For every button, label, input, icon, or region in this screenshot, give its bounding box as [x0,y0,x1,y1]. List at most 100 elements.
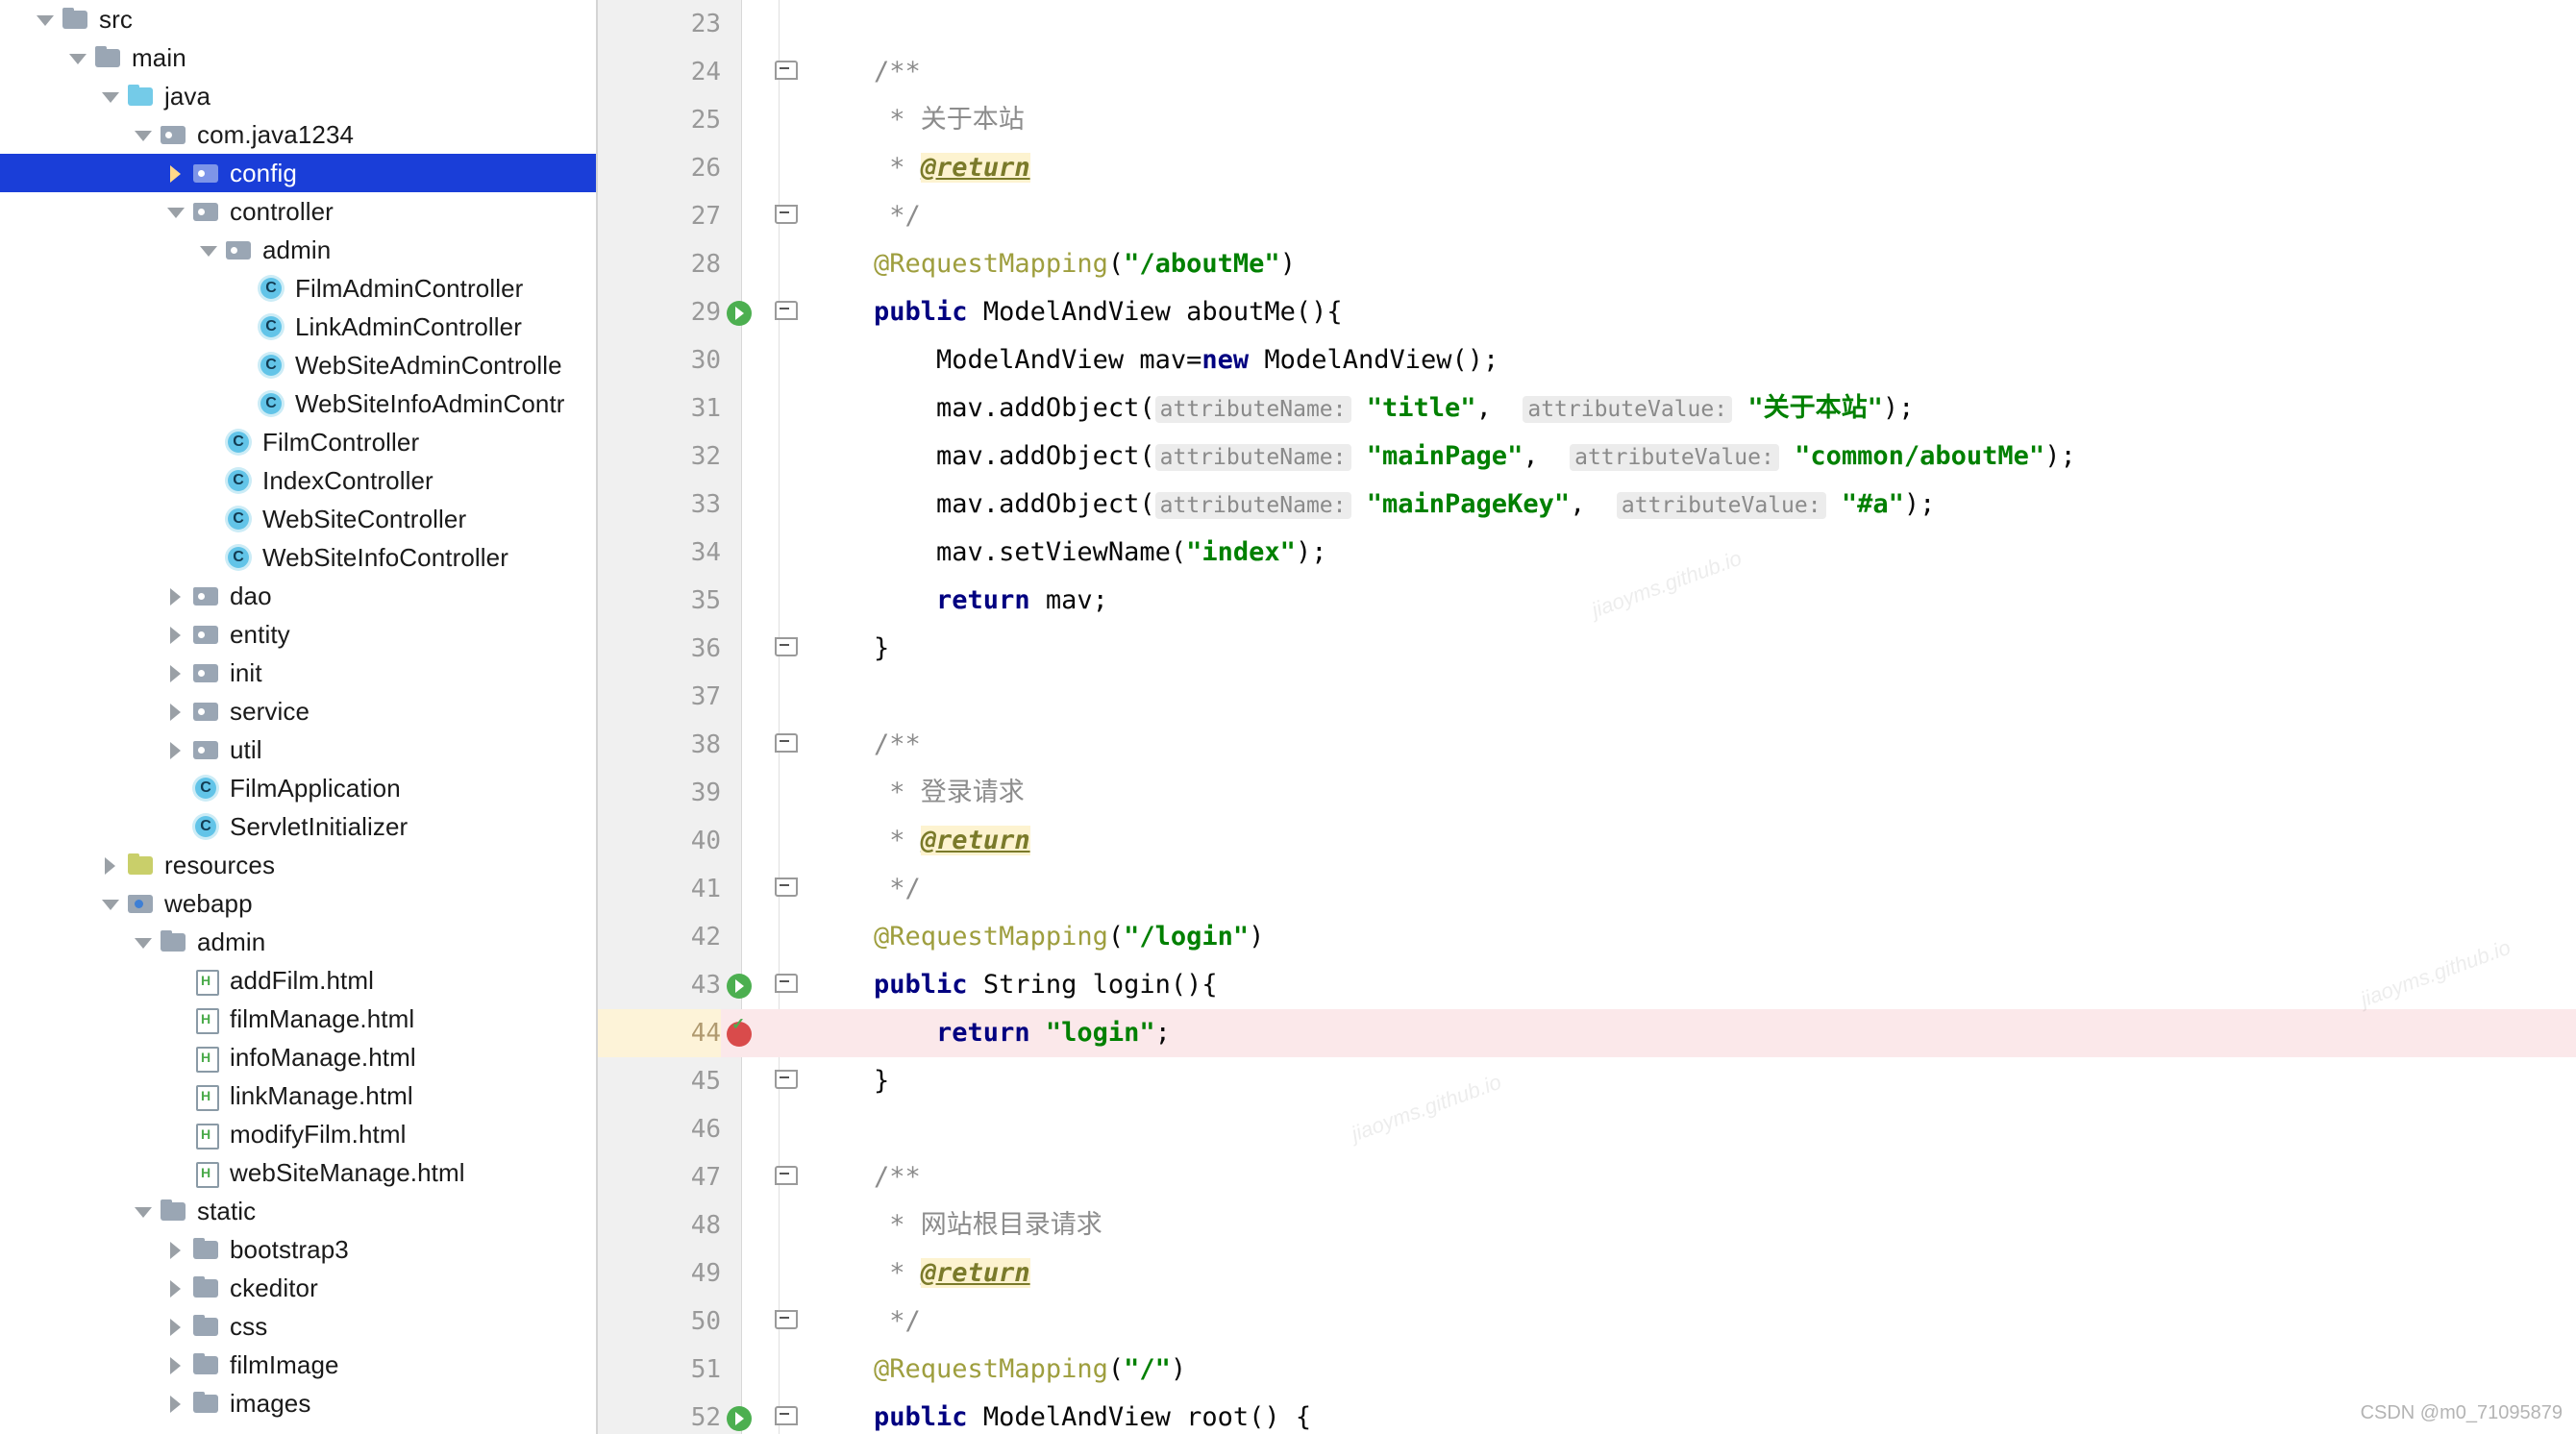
tree-item-infomanage-html[interactable]: infoManage.html [0,1038,596,1076]
breakpoint-icon[interactable] [727,1015,752,1047]
chevron-right-icon[interactable] [163,1352,188,1377]
tree-item-indexcontroller[interactable]: IndexController [0,461,596,500]
tree-item-entity[interactable]: entity [0,615,596,654]
chevron-right-icon[interactable] [163,583,188,608]
tree-item-websiteinfocontroller[interactable]: WebSiteInfoController [0,538,596,577]
code-text[interactable]: return mav; [811,577,1108,625]
tree-item-addfilm-html[interactable]: addFilm.html [0,961,596,1000]
tree-item-linkmanage-html[interactable]: linkManage.html [0,1076,596,1115]
code-text[interactable]: */ [811,192,921,240]
tree-item-service[interactable]: service [0,692,596,730]
line-number[interactable]: 29 [598,288,721,336]
chevron-right-icon[interactable] [163,161,188,185]
line-number[interactable]: 46 [598,1105,721,1153]
code-text[interactable]: public String login(){ [811,961,1218,1009]
line-number[interactable]: 41 [598,865,721,913]
tree-item-admin[interactable]: admin [0,231,596,269]
line-number[interactable]: 28 [598,240,721,288]
code-text[interactable]: } [811,625,889,673]
code-text[interactable]: @RequestMapping("/") [811,1346,1186,1394]
line-number[interactable]: 44 [598,1009,721,1057]
code-line[interactable]: 50 */ [598,1298,2576,1346]
tree-item-webapp[interactable]: webapp [0,884,596,923]
line-number[interactable]: 24 [598,48,721,96]
chevron-down-icon[interactable] [163,199,188,224]
tree-item-filmmanage-html[interactable]: filmManage.html [0,1000,596,1038]
code-line[interactable]: 37 [598,673,2576,721]
chevron-right-icon[interactable] [98,853,123,878]
code-text[interactable]: /** [811,721,921,769]
tree-item-static[interactable]: static [0,1192,596,1230]
code-text[interactable]: ModelAndView mav=new ModelAndView(); [811,336,1499,384]
line-number[interactable]: 36 [598,625,721,673]
code-text[interactable]: @RequestMapping("/aboutMe") [811,240,1296,288]
tree-item-servletinitializer[interactable]: ServletInitializer [0,807,596,846]
editor-pane[interactable]: 23 24 /** 25 * 关于本站 26 * @return 27 */28 @Re… [596,0,2576,1434]
tree-item-websitecontroller[interactable]: WebSiteController [0,500,596,538]
tree-item-admin[interactable]: admin [0,923,596,961]
line-number[interactable]: 38 [598,721,721,769]
line-number[interactable]: 37 [598,673,721,721]
code-text[interactable]: mav.addObject(attributeName: "mainPage",… [811,433,2076,481]
code-line[interactable]: 44 return "login"; [598,1009,2576,1057]
code-line[interactable]: 34 mav.setViewName("index"); [598,529,2576,577]
tree-item-filmadmincontroller[interactable]: FilmAdminController [0,269,596,308]
code-text[interactable]: /** [811,1153,921,1201]
code-line[interactable]: 48 * 网站根目录请求 [598,1201,2576,1249]
line-number[interactable]: 23 [598,0,721,48]
chevron-right-icon[interactable] [163,1314,188,1339]
chevron-down-icon[interactable] [65,45,90,70]
project-tree-list[interactable]: src main java com.java1234 config controller a… [0,0,596,1422]
tree-item-bootstrap3[interactable]: bootstrap3 [0,1230,596,1269]
line-number[interactable]: 27 [598,192,721,240]
tree-item-com-java1234[interactable]: com.java1234 [0,115,596,154]
tree-item-dao[interactable]: dao [0,577,596,615]
line-number[interactable]: 32 [598,433,721,481]
line-number[interactable]: 40 [598,817,721,865]
line-number[interactable]: 51 [598,1346,721,1394]
code-text[interactable]: mav.addObject(attributeName: "title", at… [811,384,1914,433]
line-number[interactable]: 42 [598,913,721,961]
tree-item-filmimage[interactable]: filmImage [0,1346,596,1384]
fold-region-start-icon[interactable] [771,1394,800,1434]
fold-region-start-icon[interactable] [771,721,800,769]
line-number[interactable]: 35 [598,577,721,625]
line-number[interactable]: 47 [598,1153,721,1201]
line-number[interactable]: 49 [598,1249,721,1298]
code-text[interactable]: * @return [811,1249,1030,1298]
tree-item-java[interactable]: java [0,77,596,115]
code-line[interactable]: 49 * @return [598,1249,2576,1298]
line-number[interactable]: 26 [598,144,721,192]
code-line[interactable]: 39 * 登录请求 [598,769,2576,817]
fold-region-end-icon[interactable] [771,625,800,673]
tree-item-filmapplication[interactable]: FilmApplication [0,769,596,807]
code-line[interactable]: 42 @RequestMapping("/login") [598,913,2576,961]
chevron-down-icon[interactable] [98,891,123,916]
code-line[interactable]: 32 mav.addObject(attributeName: "mainPag… [598,433,2576,481]
fold-region-start-icon[interactable] [771,1153,800,1201]
code-text[interactable]: /** [811,48,921,96]
tree-item-css[interactable]: css [0,1307,596,1346]
fold-region-start-icon[interactable] [771,961,800,1009]
run-method-icon[interactable] [727,1406,752,1431]
code-line[interactable]: 52 public ModelAndView root() { [598,1394,2576,1434]
fold-region-start-icon[interactable] [771,48,800,96]
line-number[interactable]: 33 [598,481,721,529]
chevron-right-icon[interactable] [163,660,188,685]
chevron-down-icon[interactable] [98,84,123,109]
tree-item-filmcontroller[interactable]: FilmController [0,423,596,461]
code-line[interactable]: 38 /** [598,721,2576,769]
code-line[interactable]: 25 * 关于本站 [598,96,2576,144]
chevron-right-icon[interactable] [163,737,188,762]
code-text[interactable]: * @return [811,817,1030,865]
fold-region-end-icon[interactable] [771,1057,800,1105]
tree-item-websitemanage-html[interactable]: webSiteManage.html [0,1153,596,1192]
line-number[interactable]: 43 [598,961,721,1009]
chevron-right-icon[interactable] [163,699,188,724]
code-line[interactable]: 43 public String login(){ [598,961,2576,1009]
code-text[interactable]: public ModelAndView root() { [811,1394,1311,1434]
chevron-down-icon[interactable] [131,1199,156,1224]
line-number[interactable]: 50 [598,1298,721,1346]
tree-item-util[interactable]: util [0,730,596,769]
code-text[interactable]: */ [811,865,921,913]
